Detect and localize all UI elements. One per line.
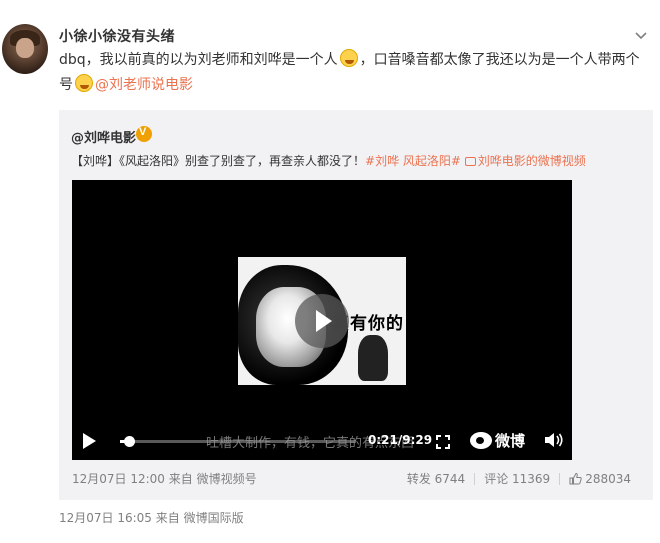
like-count: 288034 bbox=[585, 471, 631, 486]
like-button[interactable]: 288034 bbox=[569, 472, 631, 486]
repost-stats: 转发 6744 评论 11369 288034 bbox=[407, 470, 631, 487]
hashtag-link[interactable]: #刘哗 风起洛阳# bbox=[365, 154, 461, 168]
post-text-line1: dbq，我以前真的以为刘老师和刘哗是一个人 bbox=[59, 52, 338, 68]
repost-text-body: 【刘哗】《风起洛阳》别查了别查了，再查亲人都没了！ bbox=[71, 154, 366, 168]
volume-icon[interactable] bbox=[544, 432, 564, 448]
video-link-label: 刘哗电影的微博视频 bbox=[477, 154, 586, 168]
stat-divider bbox=[474, 472, 476, 485]
chevron-down-icon[interactable] bbox=[634, 28, 648, 42]
repost-author[interactable]: @刘哗电影 bbox=[71, 127, 136, 146]
repost-count[interactable]: 转发 6744 bbox=[407, 470, 465, 487]
progress-handle[interactable] bbox=[123, 436, 135, 447]
repost-meta: 12月07日 12:00 来自 微博视频号 bbox=[72, 472, 257, 486]
user-avatar[interactable] bbox=[2, 24, 48, 74]
thumbs-up-icon bbox=[569, 472, 582, 484]
comment-count[interactable]: 评论 11369 bbox=[484, 470, 550, 487]
weibo-brand: 微博 bbox=[495, 432, 526, 450]
video-link-icon bbox=[464, 157, 476, 166]
post-username[interactable]: 小徐小徐没有头绪 bbox=[59, 26, 175, 46]
video-player[interactable]: 真有你的 吐槽大制作，有钱，它真的有点东西 0:21/9:29 微博 bbox=[72, 180, 572, 460]
play-overlay-icon[interactable] bbox=[295, 294, 349, 348]
repost-text: 【刘哗】《风起洛阳》别查了别查了，再查亲人都没了！#刘哗 风起洛阳# 刘哗电影的… bbox=[71, 152, 646, 169]
avatar-face bbox=[16, 38, 34, 58]
laugh-cry-emoji-icon bbox=[339, 49, 358, 67]
post-text-line1-after: ，口音嗓音都太像了我还以为是一个人带两个 bbox=[359, 52, 640, 68]
post-text-line2: 号 bbox=[59, 77, 73, 93]
fullscreen-icon[interactable] bbox=[436, 434, 450, 449]
thumbnail-hand bbox=[358, 335, 388, 381]
verified-badge-icon bbox=[136, 126, 152, 142]
video-controls: 吐槽大制作，有钱，它真的有点东西 0:21/9:29 微博 bbox=[72, 420, 572, 460]
video-link[interactable]: 刘哗电影的微博视频 bbox=[464, 154, 586, 168]
video-time: 0:21/9:29 bbox=[368, 433, 433, 447]
stat-divider bbox=[559, 472, 561, 485]
repost-card: @刘哗电影 【刘哗】《风起洛阳》别查了别查了，再查亲人都没了！#刘哗 风起洛阳#… bbox=[59, 110, 653, 500]
post-text: dbq，我以前真的以为刘老师和刘哗是一个人 ，口音嗓音都太像了我还以为是一个人带两… bbox=[59, 48, 649, 98]
post-meta: 12月07日 16:05 来自 微博国际版 bbox=[59, 511, 244, 525]
laugh-cry-emoji-icon bbox=[75, 74, 93, 92]
mention-link[interactable]: @刘老师说电影 bbox=[95, 77, 193, 93]
play-icon[interactable] bbox=[83, 433, 96, 449]
weibo-eye-icon bbox=[470, 432, 492, 449]
